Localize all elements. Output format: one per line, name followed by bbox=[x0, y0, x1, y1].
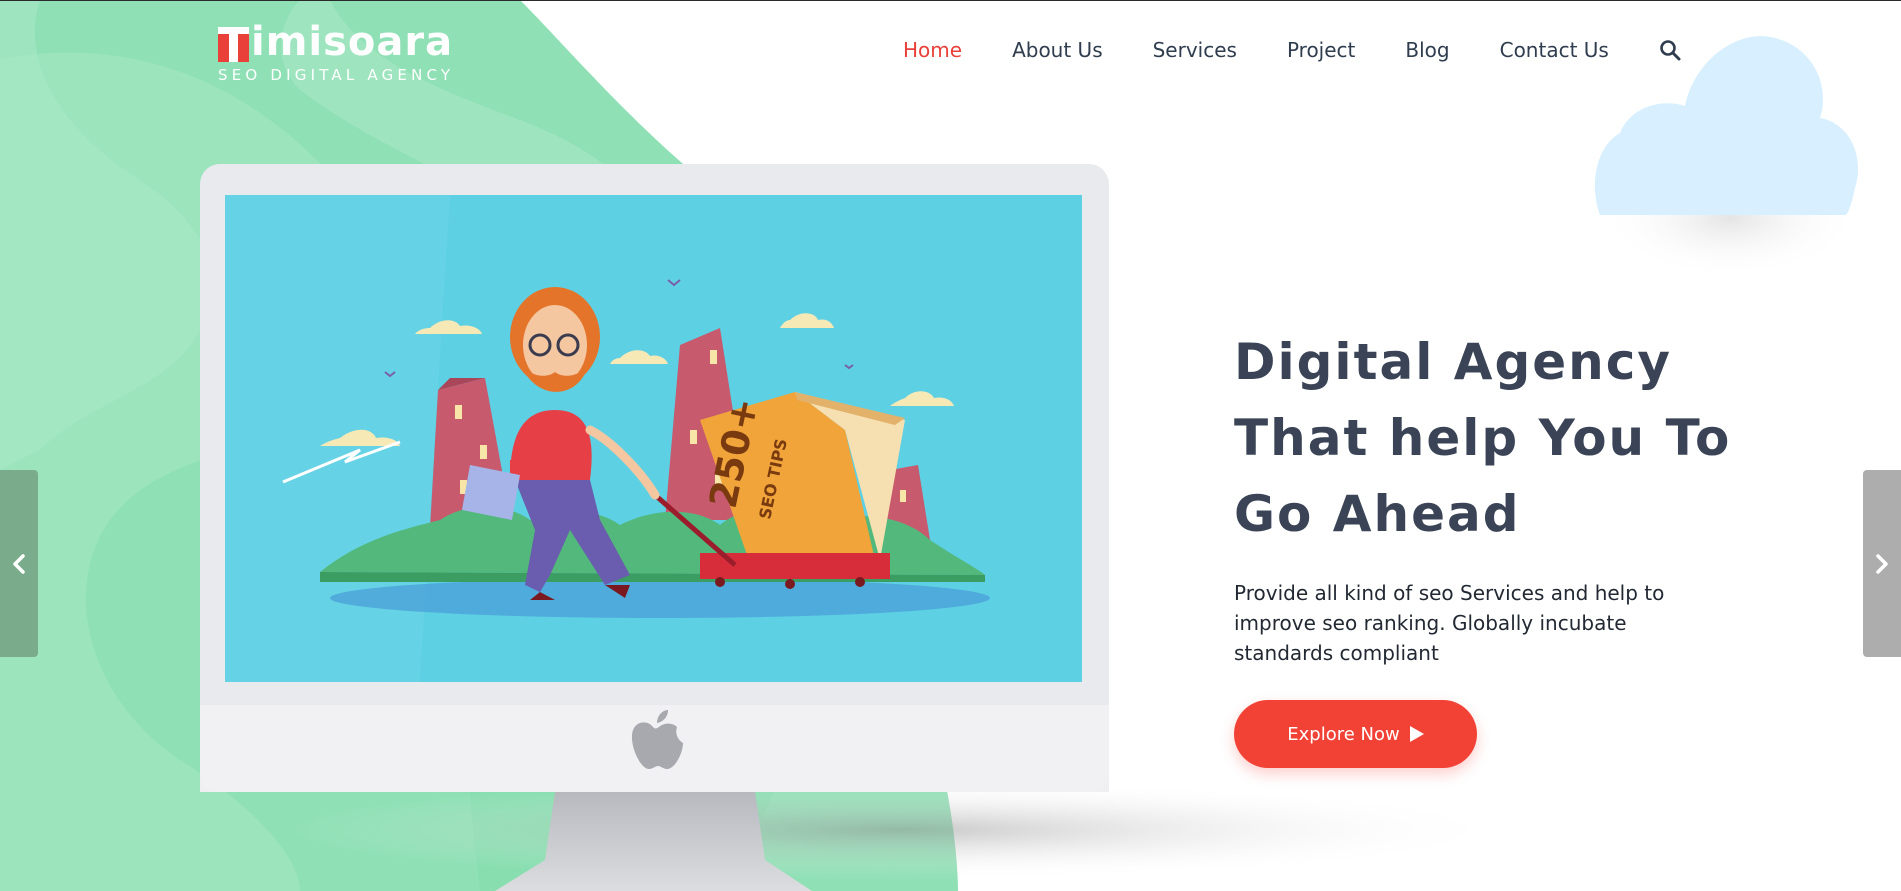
chevron-right-icon bbox=[1876, 553, 1888, 574]
explore-now-button[interactable]: Explore Now bbox=[1234, 700, 1477, 768]
hero-title-line-1: Digital Agency bbox=[1234, 333, 1672, 391]
hero-description: Provide all kind of seo Services and hel… bbox=[1234, 581, 1665, 665]
hero-title: Digital Agency That help You To Go Ahead bbox=[1234, 324, 1754, 552]
hero-title-line-2: That help You To bbox=[1234, 409, 1732, 467]
nav-item-contact-us[interactable]: Contact Us bbox=[1500, 38, 1609, 62]
main-nav: Home About Us Services Project Blog Cont… bbox=[903, 38, 1682, 62]
slider-prev-button[interactable] bbox=[0, 470, 38, 657]
search-icon[interactable] bbox=[1658, 38, 1682, 62]
logo-t-mark bbox=[218, 27, 249, 62]
cloud-decoration bbox=[1594, 36, 1860, 278]
logo-tagline: SEO DIGITAL AGENCY bbox=[218, 66, 455, 84]
nav-item-blog[interactable]: Blog bbox=[1405, 38, 1449, 62]
explore-now-label: Explore Now bbox=[1287, 723, 1400, 745]
logo-text: imisoara bbox=[251, 19, 454, 65]
nav-item-services[interactable]: Services bbox=[1153, 38, 1237, 62]
nav-item-about-us[interactable]: About Us bbox=[1012, 38, 1103, 62]
nav-item-project[interactable]: Project bbox=[1287, 38, 1355, 62]
play-icon bbox=[1409, 726, 1424, 742]
nav-item-home[interactable]: Home bbox=[903, 38, 962, 62]
top-border bbox=[0, 0, 1901, 1]
hero-title-line-3: Go Ahead bbox=[1234, 485, 1521, 543]
site-logo[interactable]: imisoara SEO DIGITAL AGENCY bbox=[218, 18, 454, 84]
slider-next-button[interactable] bbox=[1863, 470, 1901, 657]
chevron-left-icon bbox=[13, 553, 25, 574]
